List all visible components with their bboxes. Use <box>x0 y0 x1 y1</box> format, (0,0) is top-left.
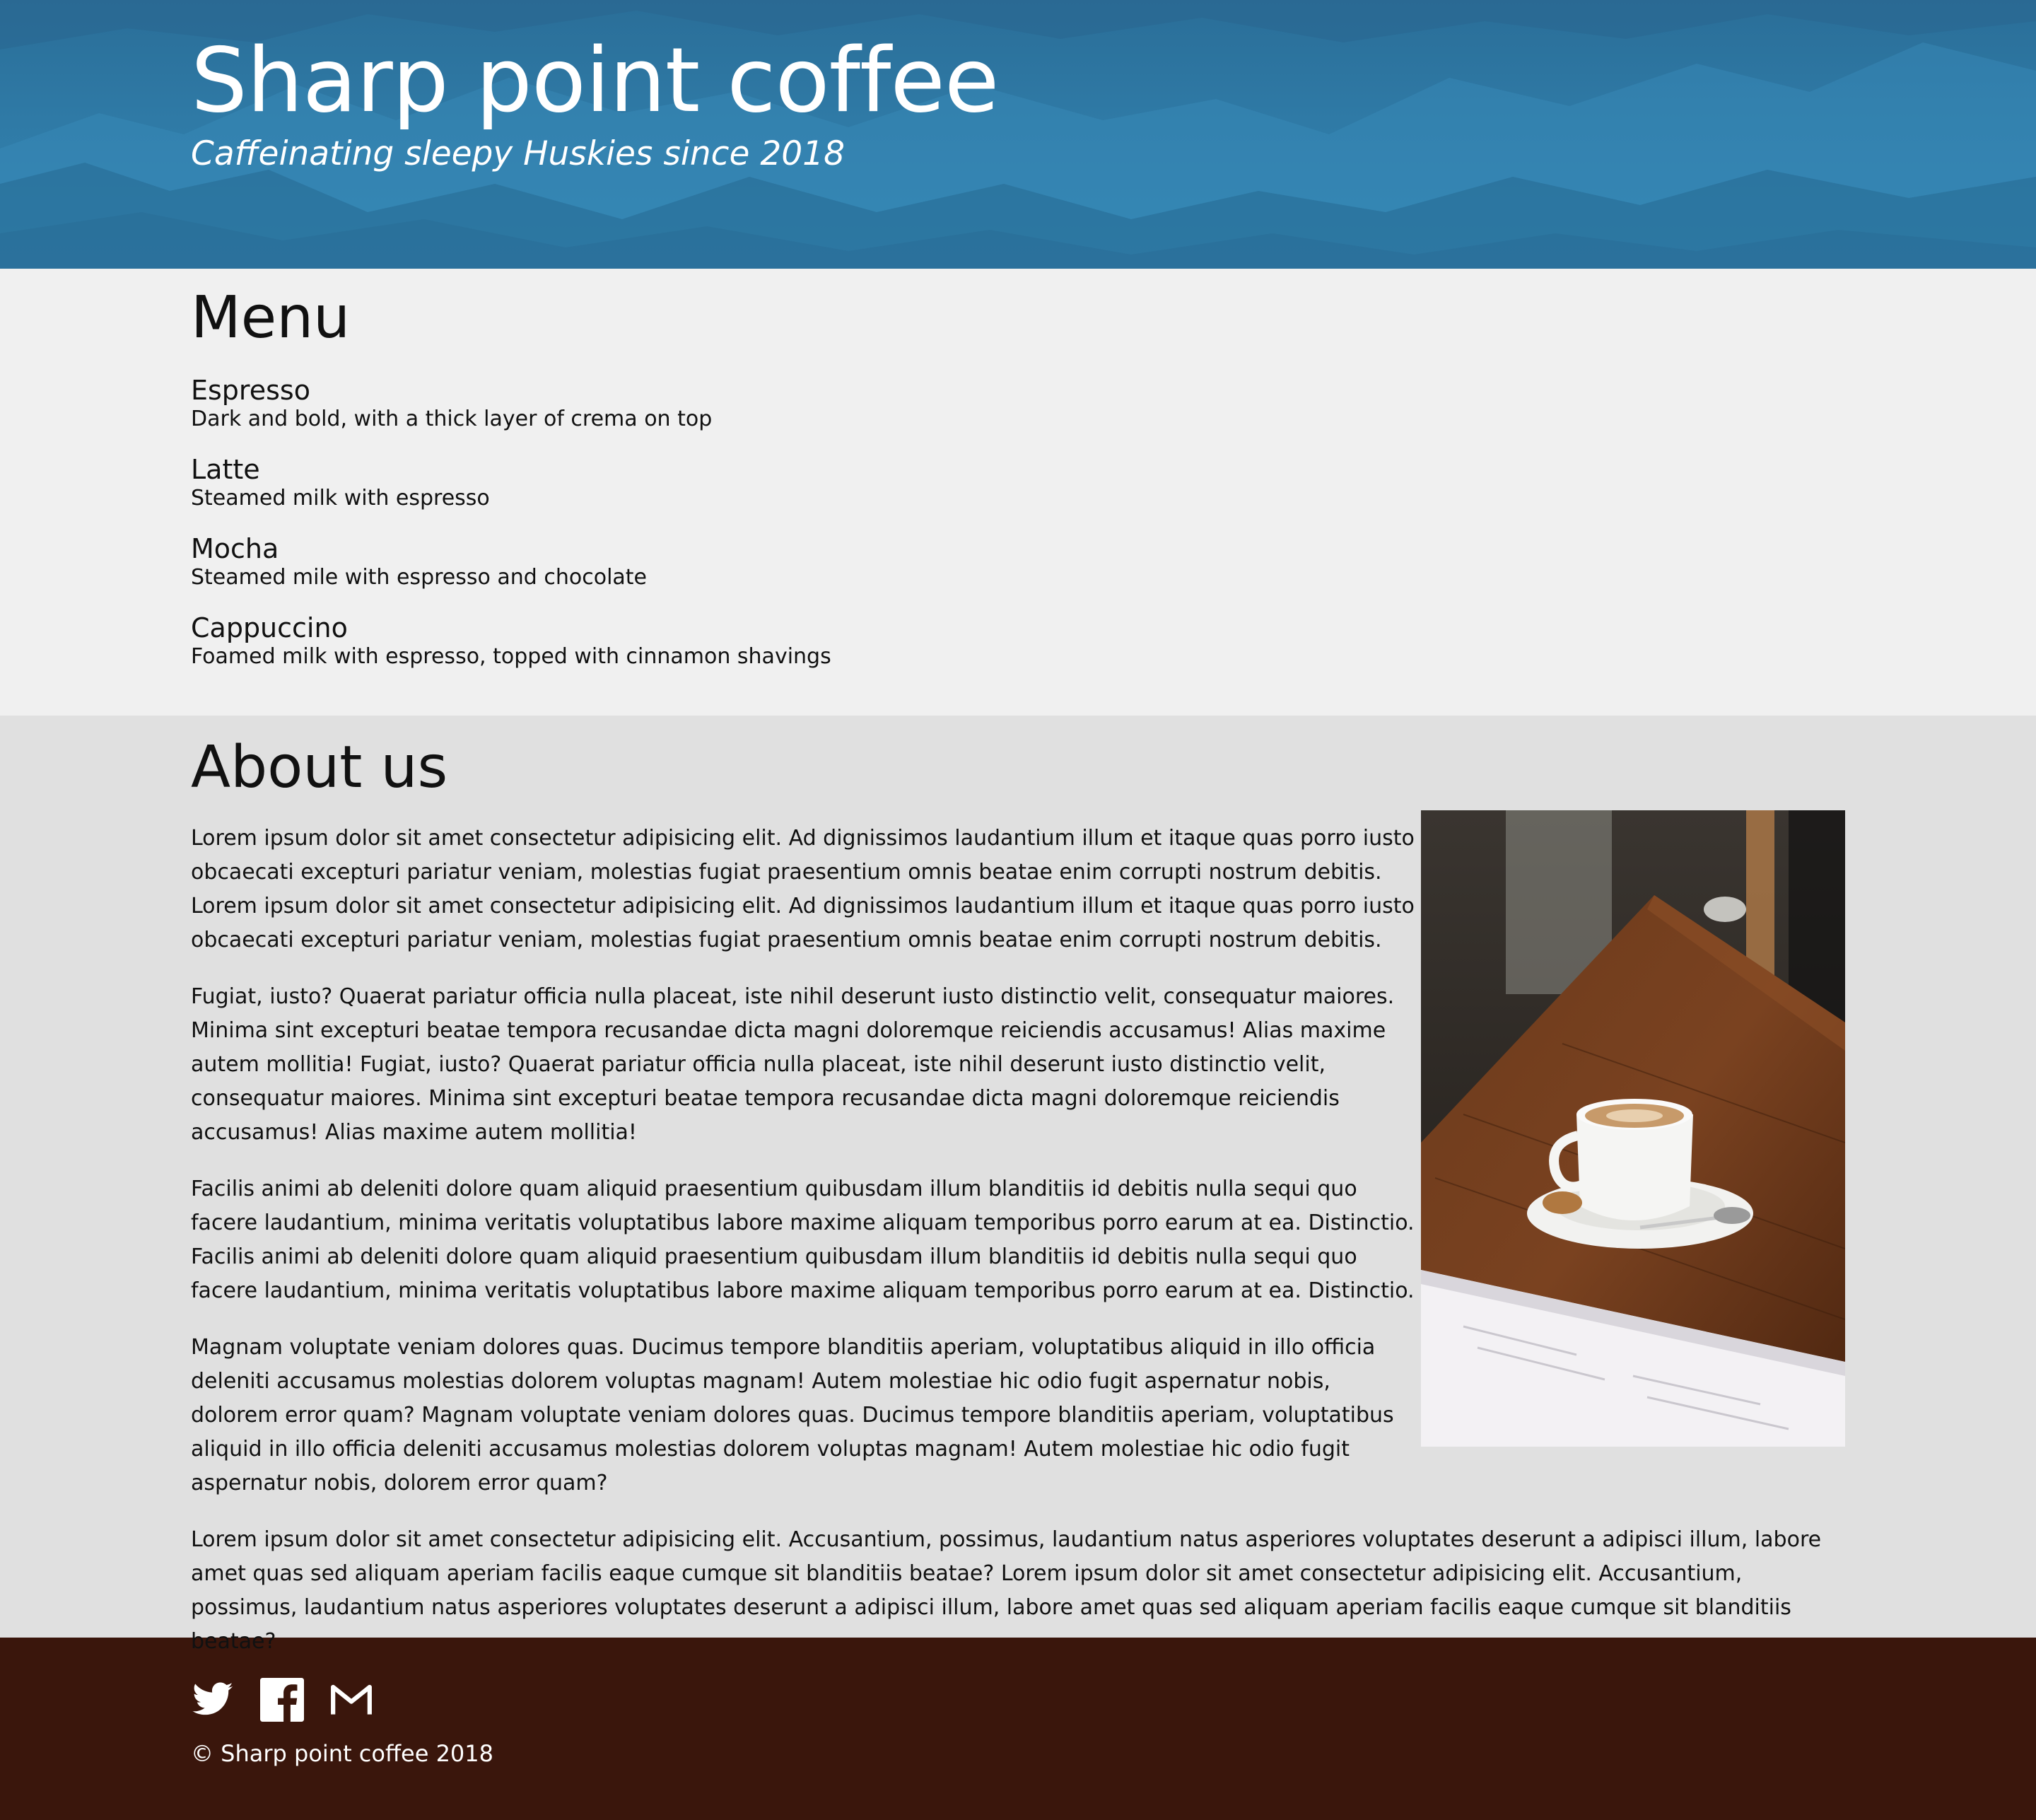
facebook-icon <box>260 1678 304 1722</box>
about-title: About us <box>191 734 448 801</box>
menu-item-description: Foamed milk with espresso, topped with c… <box>191 644 831 669</box>
menu-title: Menu <box>191 284 351 351</box>
menu-item-name: Mocha <box>191 533 279 564</box>
menu-item-name: Latte <box>191 454 260 485</box>
menu-item-mocha: Mocha Steamed mile with espresso and cho… <box>191 533 1845 612</box>
site-header: Sharp point coffee Caffeinating sleepy H… <box>0 0 2036 269</box>
menu-item-espresso: Espresso Dark and bold, with a thick lay… <box>191 375 1845 454</box>
coffee-cup-photo-graphic <box>1421 810 1845 1447</box>
menu-item-name: Cappuccino <box>191 612 348 643</box>
menu-item-description: Steamed mile with espresso and chocolate <box>191 565 648 590</box>
menu-item-cappuccino: Cappuccino Foamed milk with espresso, to… <box>191 612 1845 692</box>
menu-item-description: Dark and bold, with a thick layer of cre… <box>191 407 713 431</box>
menu-section: Menu Espresso Dark and bold, with a thic… <box>0 269 2036 716</box>
copyright-text: © Sharp point coffee 2018 <box>191 1740 493 1767</box>
twitter-link[interactable] <box>191 1678 235 1722</box>
site-tagline: Caffeinating sleepy Huskies since 2018 <box>191 134 845 173</box>
coffee-cup-photo <box>1421 810 1845 1447</box>
menu-item-latte: Latte Steamed milk with espresso <box>191 454 1845 533</box>
menu-item-description: Steamed milk with espresso <box>191 486 490 511</box>
menu-item-name: Espresso <box>191 375 310 406</box>
social-links <box>191 1677 1845 1722</box>
gmail-link[interactable] <box>329 1678 373 1722</box>
facebook-link[interactable] <box>260 1678 304 1722</box>
twitter-icon <box>192 1682 233 1715</box>
site-title: Sharp point coffee <box>191 28 999 132</box>
gmail-icon <box>331 1684 372 1715</box>
about-section: About us Lorem ipsum dolor sit amet cons… <box>0 716 2036 1654</box>
menu-list: Espresso Dark and bold, with a thick lay… <box>191 375 1845 692</box>
site-footer: © Sharp point coffee 2018 <box>0 1638 2036 1820</box>
